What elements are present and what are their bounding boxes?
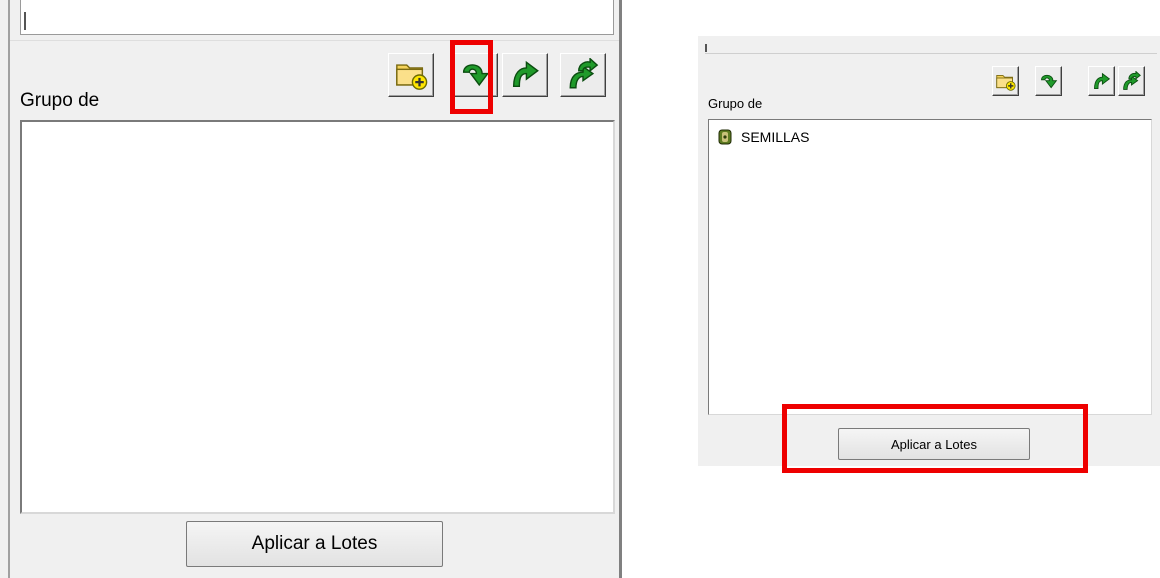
panel-right-border [619, 0, 622, 578]
normal-panel: Grupo de SEMILLAS Aplicar a Lotes [698, 36, 1160, 466]
previous-list-box [20, 0, 614, 35]
new-folder-icon [394, 58, 428, 92]
previous-list-edge [705, 44, 707, 52]
move-down-button[interactable] [1035, 66, 1062, 96]
move-all-icon [566, 58, 600, 92]
seed-group-icon [717, 129, 733, 145]
new-folder-icon [995, 71, 1016, 92]
move-up-icon [1091, 71, 1112, 92]
separator [10, 40, 619, 41]
group-label: Grupo de [20, 90, 100, 111]
move-all-icon [1121, 71, 1142, 92]
move-up-button[interactable] [502, 53, 548, 97]
group-list[interactable]: SEMILLAS [708, 119, 1152, 415]
group-list[interactable] [20, 120, 615, 514]
highlight-box-move-down [450, 40, 493, 114]
move-down-icon [1038, 71, 1059, 92]
move-up-button[interactable] [1088, 66, 1115, 96]
highlight-box-apply [782, 404, 1088, 473]
move-up-icon [508, 58, 542, 92]
new-folder-button[interactable] [992, 66, 1019, 96]
list-item[interactable]: SEMILLAS [717, 129, 809, 145]
group-label: Grupo de [708, 96, 763, 111]
panel-left-border [8, 0, 10, 578]
new-folder-button[interactable] [388, 53, 434, 97]
move-all-button[interactable] [1118, 66, 1145, 96]
list-item-label: SEMILLAS [741, 129, 810, 145]
apply-to-lots-button[interactable]: Aplicar a Lotes [186, 521, 443, 567]
separator [705, 53, 1157, 54]
zoomed-panel: Grupo de Aplicar a Lotes [0, 0, 622, 578]
move-all-button[interactable] [560, 53, 606, 97]
